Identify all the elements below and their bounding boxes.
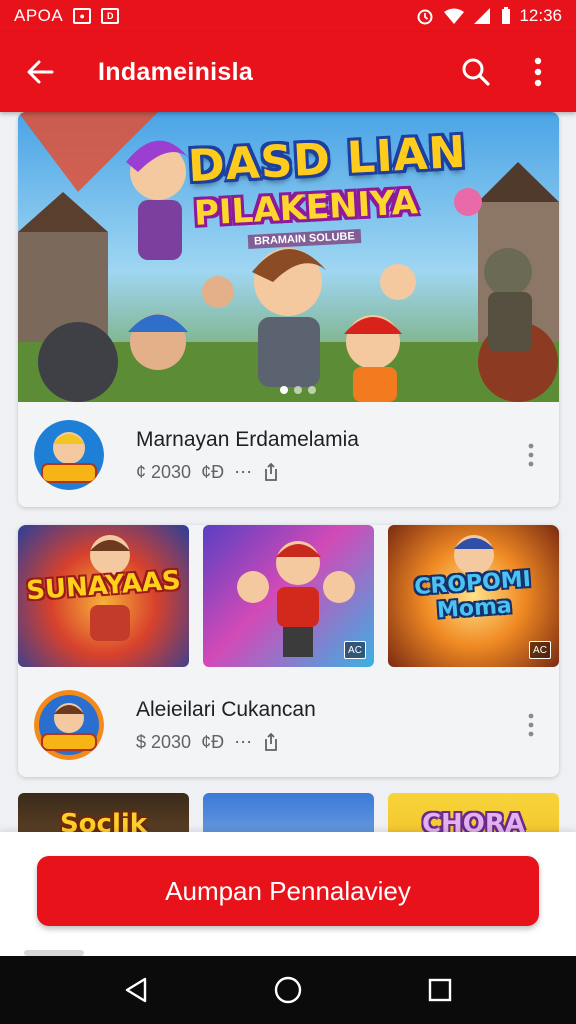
content-feed[interactable]: DASD LIAN PILAKENIYA BRAMAIN SOLUBE Marn… bbox=[0, 112, 576, 832]
featured-card[interactable]: DASD LIAN PILAKENIYA BRAMAIN SOLUBE Marn… bbox=[18, 112, 559, 507]
app-screen: APOA ● D 12:36 Indameinisla DASD LIAN PI… bbox=[0, 0, 576, 1024]
thumbnail-title: Soclik bbox=[59, 809, 148, 832]
thumbnail-badge: AC bbox=[344, 641, 366, 659]
alarm-icon bbox=[417, 9, 433, 25]
status-time: 12:36 bbox=[519, 6, 562, 25]
more-vertical-icon[interactable] bbox=[518, 52, 558, 92]
system-navigation-bar bbox=[0, 956, 576, 1024]
thumbnail-badge: AC bbox=[529, 641, 551, 659]
more-options-icon[interactable] bbox=[519, 435, 543, 475]
notification-icon: ● bbox=[73, 8, 92, 24]
ellipsis-icon: ⋯ bbox=[234, 731, 253, 752]
next-thumbnail-row: Soclik CHORA bbox=[18, 793, 559, 832]
ellipsis-icon: ⋯ bbox=[234, 461, 253, 482]
item-price: $ 2030 bbox=[136, 731, 192, 752]
notification-icon: D bbox=[101, 8, 120, 24]
nav-back-icon[interactable] bbox=[112, 966, 160, 1014]
nav-recents-icon[interactable] bbox=[416, 966, 464, 1014]
primary-action-button[interactable]: Aumpan Pennalaviey bbox=[37, 856, 539, 926]
nav-home-icon[interactable] bbox=[264, 966, 312, 1014]
game-thumbnail[interactable]: CHORA bbox=[388, 793, 559, 832]
carousel-dot bbox=[308, 386, 316, 394]
item-price: ¢ 2030 bbox=[136, 461, 192, 482]
game-thumbnail[interactable]: Soclik bbox=[18, 793, 189, 832]
item-title: Marnayan Erdamelamia bbox=[136, 427, 359, 451]
carousel-dot bbox=[280, 386, 288, 394]
status-carrier: APOA bbox=[14, 6, 64, 25]
thumbnail-row: SUNAYAAS AC CROPOMI Moma AC bbox=[18, 525, 559, 667]
page-title: Indameinisla bbox=[98, 57, 254, 86]
share-icon bbox=[262, 732, 280, 752]
collection-card[interactable]: SUNAYAAS AC CROPOMI Moma AC Aleieilari C… bbox=[18, 525, 559, 777]
bottom-action-panel: Aumpan Pennalaviey bbox=[0, 832, 576, 956]
app-bar: Indameinisla bbox=[0, 32, 576, 112]
game-icon bbox=[34, 690, 104, 760]
item-meta-glyph: ¢Ð bbox=[201, 461, 225, 482]
search-icon[interactable] bbox=[456, 52, 496, 92]
game-thumbnail[interactable] bbox=[203, 793, 374, 832]
game-thumbnail[interactable]: SUNAYAAS bbox=[18, 525, 189, 667]
game-thumbnail[interactable]: CROPOMI Moma AC bbox=[388, 525, 559, 667]
item-title: Aleieilari Cukancan bbox=[136, 697, 316, 721]
thumbnail-title: CHORA bbox=[421, 809, 526, 832]
wifi-icon bbox=[444, 8, 465, 24]
battery-icon bbox=[502, 7, 511, 24]
item-meta-glyph: ¢Ð bbox=[201, 731, 225, 752]
featured-banner[interactable]: DASD LIAN PILAKENIYA BRAMAIN SOLUBE bbox=[18, 112, 559, 402]
game-icon bbox=[34, 420, 104, 490]
featured-item-row[interactable]: Marnayan Erdamelamia ¢ 2030 ¢Ð ⋯ bbox=[18, 403, 559, 507]
item-meta: ¢ 2030 ¢Ð ⋯ bbox=[136, 462, 359, 483]
status-bar: APOA ● D 12:36 bbox=[0, 0, 576, 32]
back-arrow-icon[interactable] bbox=[18, 50, 62, 94]
item-meta: $ 2030 ¢Ð ⋯ bbox=[136, 732, 316, 753]
carousel-dot bbox=[294, 386, 302, 394]
game-thumbnail[interactable]: AC bbox=[203, 525, 374, 667]
collection-item-row[interactable]: Aleieilari Cukancan $ 2030 ¢Ð ⋯ bbox=[18, 673, 559, 777]
more-options-icon[interactable] bbox=[519, 705, 543, 745]
share-icon bbox=[262, 462, 280, 482]
signal-icon bbox=[474, 8, 491, 24]
carousel-indicator bbox=[280, 386, 316, 394]
